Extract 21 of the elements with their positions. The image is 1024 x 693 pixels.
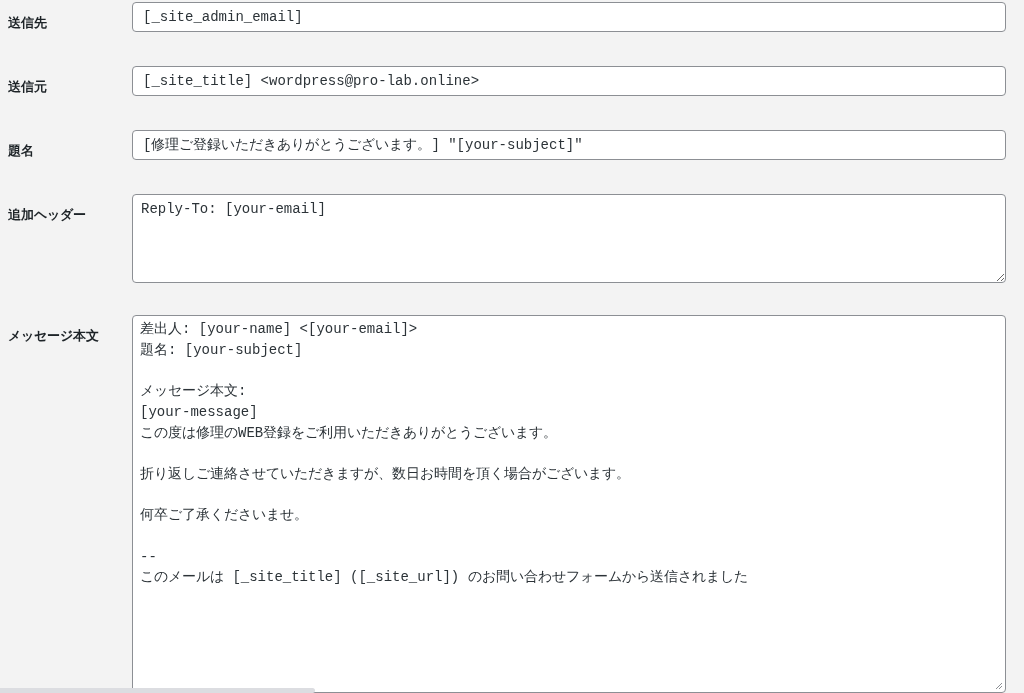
field-label: 送信先: [8, 15, 47, 30]
message-line: 何卒ご了承くださいませ。: [140, 506, 308, 526]
text-field[interactable]: [_site_title] <wordpress@pro-lab.online>: [132, 66, 1006, 96]
text-area[interactable]: Reply-To: [your-email]: [132, 194, 1006, 283]
field-label: メッセージ本文: [8, 328, 99, 343]
message-line: 差出人: [your-name] <[your-email]>: [140, 320, 418, 339]
message-line: [your-message]: [140, 402, 258, 422]
message-line: メッセージ本文:: [140, 382, 247, 402]
message-line: 題名: [your-subject]: [140, 340, 303, 360]
message-line: このメールは [_site_title] ([_site_url]) のお問い合わせフォームから送信されました: [140, 568, 748, 588]
message-line: 折り返しご連絡させていただきますが、数日お時間を頂く場合がございます。: [140, 464, 630, 484]
text-field[interactable]: [_site_admin_email]: [132, 2, 1006, 32]
message-body-area[interactable]: [132, 315, 1006, 693]
scrollbar-thumb[interactable]: [0, 688, 315, 693]
resize-handle-icon[interactable]: [995, 682, 1003, 690]
field-label: 追加ヘッダー: [8, 207, 86, 222]
message-line: --: [140, 547, 157, 567]
message-line: この度は修理のWEB登録をご利用いただきありがとうございます。: [140, 423, 558, 443]
field-label: 送信元: [8, 79, 47, 94]
text-field[interactable]: [修理ご登録いただきありがとうございます。] "[your-subject]": [132, 130, 1006, 160]
field-label: 題名: [8, 143, 34, 158]
